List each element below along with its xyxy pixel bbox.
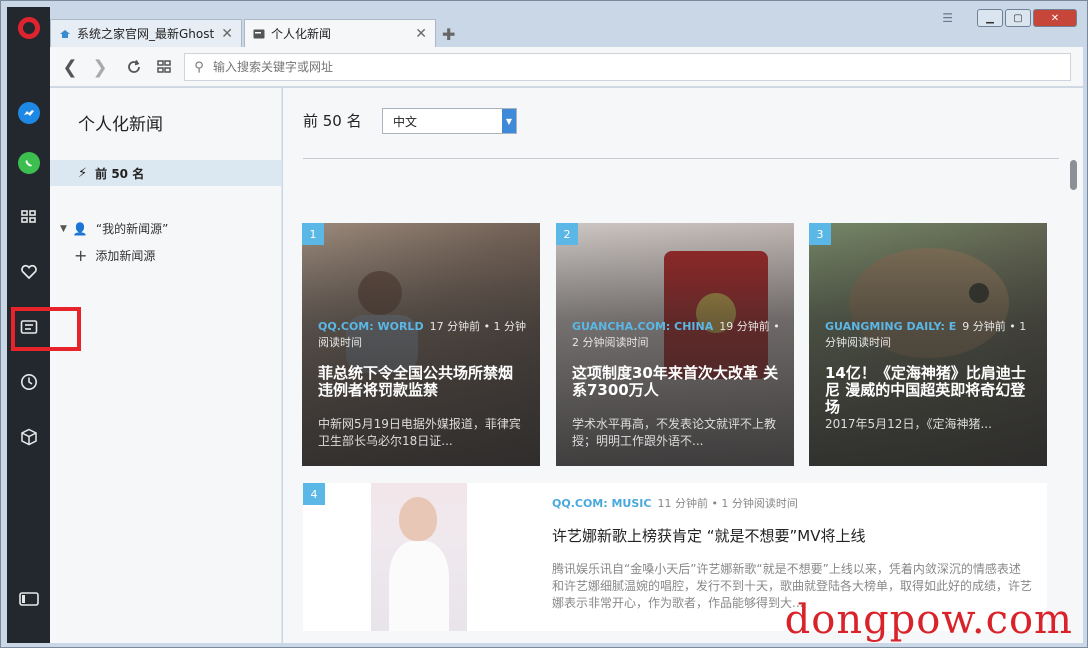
card-number: 1 [302, 223, 324, 245]
card-excerpt: 学术水平再高，不发表论文就评不上教授；明明工作跟外语不... [572, 417, 777, 448]
site-favicon-icon [60, 29, 70, 38]
watermark: dongpow.com [784, 597, 1073, 643]
reload-icon[interactable] [122, 55, 146, 79]
user-icon: 👤 [72, 221, 88, 236]
language-value: 中文 [393, 114, 418, 129]
tab-label: 系统之家官网_最新Ghost [77, 27, 215, 41]
opera-logo-icon[interactable] [18, 17, 40, 39]
sidebar-toggle-icon[interactable] [7, 579, 50, 619]
card-meta: GUANGMING DAILY: E9 分钟前 • 1 分钟阅读时间 [825, 319, 1035, 351]
maximize-button[interactable]: ▢ [1005, 9, 1031, 27]
address-bar: ❮ ❯ ⚲ [50, 47, 1083, 87]
lightning-icon: ⚡ [78, 165, 88, 181]
card-source[interactable]: GUANGMING DAILY: E [825, 320, 956, 333]
card-title[interactable]: 菲总统下令全国公共场所禁烟 违例者将罚款监禁 [318, 365, 528, 399]
plus-icon: + [74, 246, 88, 265]
divider [303, 158, 1059, 159]
news-main: 前 50 名 中文 ▼ 1 QQ.COM: WORLD 17 分钟前 • 1 分钟… [283, 88, 1083, 643]
add-source-label: 添加新闻源 [95, 249, 156, 263]
card-number: 3 [809, 223, 831, 245]
card-title[interactable]: 许艺娜新歌上榜获肯定 “就是不想要”MV将上线 [552, 525, 866, 546]
window-controls: ▁ ▢ ✕ [977, 9, 1077, 27]
scrollbar[interactable] [1070, 160, 1077, 190]
search-input[interactable] [213, 60, 1053, 74]
language-select[interactable]: 中文 ▼ [382, 108, 517, 134]
card-title[interactable]: 这项制度30年来首次大改革 关系7300万人 [572, 365, 782, 399]
card-time: 11 分钟前 • 1 分钟阅读时间 [657, 497, 798, 510]
card-meta: GUANCHA.COM: CHINA 19 分钟前 • 2 分钟阅读时间 [572, 319, 782, 351]
speed-dial-icon[interactable] [152, 55, 176, 79]
back-arrow-icon[interactable]: ❮ [58, 55, 82, 79]
extensions-cube-icon[interactable] [7, 417, 50, 457]
top50-nav-item[interactable]: ⚡ 前 50 名 [50, 160, 282, 186]
search-icon: ⚲ [194, 59, 204, 75]
tab-personal-news[interactable]: 个人化新闻 ✕ [244, 19, 436, 47]
main-heading: 前 50 名 [303, 112, 362, 130]
news-sidebar: 个人化新闻 ⚡ 前 50 名 ▼ 👤 “我的新闻源” + 添加新闻源 [50, 88, 282, 643]
url-box[interactable]: ⚲ [184, 53, 1071, 81]
add-news-source[interactable]: + 添加新闻源 [74, 246, 155, 265]
tab-label: 个人化新闻 [271, 27, 332, 41]
news-card-2[interactable]: 2 GUANCHA.COM: CHINA 19 分钟前 • 2 分钟阅读时间 这项… [556, 223, 794, 466]
news-card-3[interactable]: 3 GUANGMING DAILY: E9 分钟前 • 1 分钟阅读时间 14亿… [809, 223, 1047, 466]
tab-close-icon[interactable]: ✕ [221, 26, 233, 42]
thumb-dress [389, 541, 449, 631]
whatsapp-icon[interactable] [7, 143, 50, 183]
my-news-source[interactable]: ▼ 👤 “我的新闻源” [60, 220, 168, 237]
tab-close-icon[interactable]: ✕ [415, 26, 427, 42]
red-highlight-box [11, 307, 81, 351]
close-window-button[interactable]: ✕ [1033, 9, 1077, 27]
forward-arrow-icon[interactable]: ❯ [88, 55, 112, 79]
news-panel-title: 个人化新闻 [78, 115, 163, 135]
messenger-icon[interactable] [7, 93, 50, 133]
chevron-down-icon: ▼ [502, 109, 516, 133]
expand-triangle-icon[interactable]: ▼ [60, 224, 67, 234]
minimize-button[interactable]: ▁ [977, 9, 1003, 27]
card-excerpt: 中新网5月19日电据外媒报道，菲律宾卫生部长乌必尔18日证... [318, 417, 521, 448]
card-meta: QQ.COM: MUSIC 11 分钟前 • 1 分钟阅读时间 [552, 495, 798, 511]
browser-window: 系统之家官网_最新Ghost ✕ 个人化新闻 ✕ ✚ ☰ ▁ ▢ ✕ ❮ ❯ ⚲ [0, 0, 1088, 648]
card-excerpt: 2017年5月12日，《定海神猪... [825, 417, 992, 431]
card-source[interactable]: QQ.COM: MUSIC [552, 497, 651, 510]
thumb-head [399, 497, 437, 541]
speed-dial-grid-icon[interactable] [7, 197, 50, 237]
top50-label: 前 50 名 [95, 166, 145, 181]
source-label: “我的新闻源” [95, 222, 169, 236]
card-source[interactable]: QQ.COM: WORLD [318, 320, 424, 333]
news-card-1[interactable]: 1 QQ.COM: WORLD 17 分钟前 • 1 分钟阅读时间 菲总统下令全国… [302, 223, 540, 466]
card-number: 4 [303, 483, 325, 505]
history-clock-icon[interactable] [7, 362, 50, 402]
new-tab-plus-icon[interactable]: ✚ [442, 25, 455, 44]
tab-xitongzhijia[interactable]: 系统之家官网_最新Ghost ✕ [50, 19, 242, 47]
tab-menu-icon[interactable]: ☰ [942, 11, 953, 25]
card-meta: QQ.COM: WORLD 17 分钟前 • 1 分钟阅读时间 [318, 319, 528, 351]
card-thumbnail [371, 483, 467, 631]
heart-bookmarks-icon[interactable] [7, 252, 50, 292]
card-title[interactable]: 14亿！《定海神猪》比肩迪士尼 漫威的中国超英即将奇幻登场 [825, 365, 1035, 416]
news-tab-icon [253, 29, 265, 38]
card-source[interactable]: GUANCHA.COM: CHINA [572, 320, 713, 333]
tab-bar: 系统之家官网_最新Ghost ✕ 个人化新闻 ✕ ✚ ☰ ▁ ▢ ✕ [50, 7, 1083, 47]
card-number: 2 [556, 223, 578, 245]
